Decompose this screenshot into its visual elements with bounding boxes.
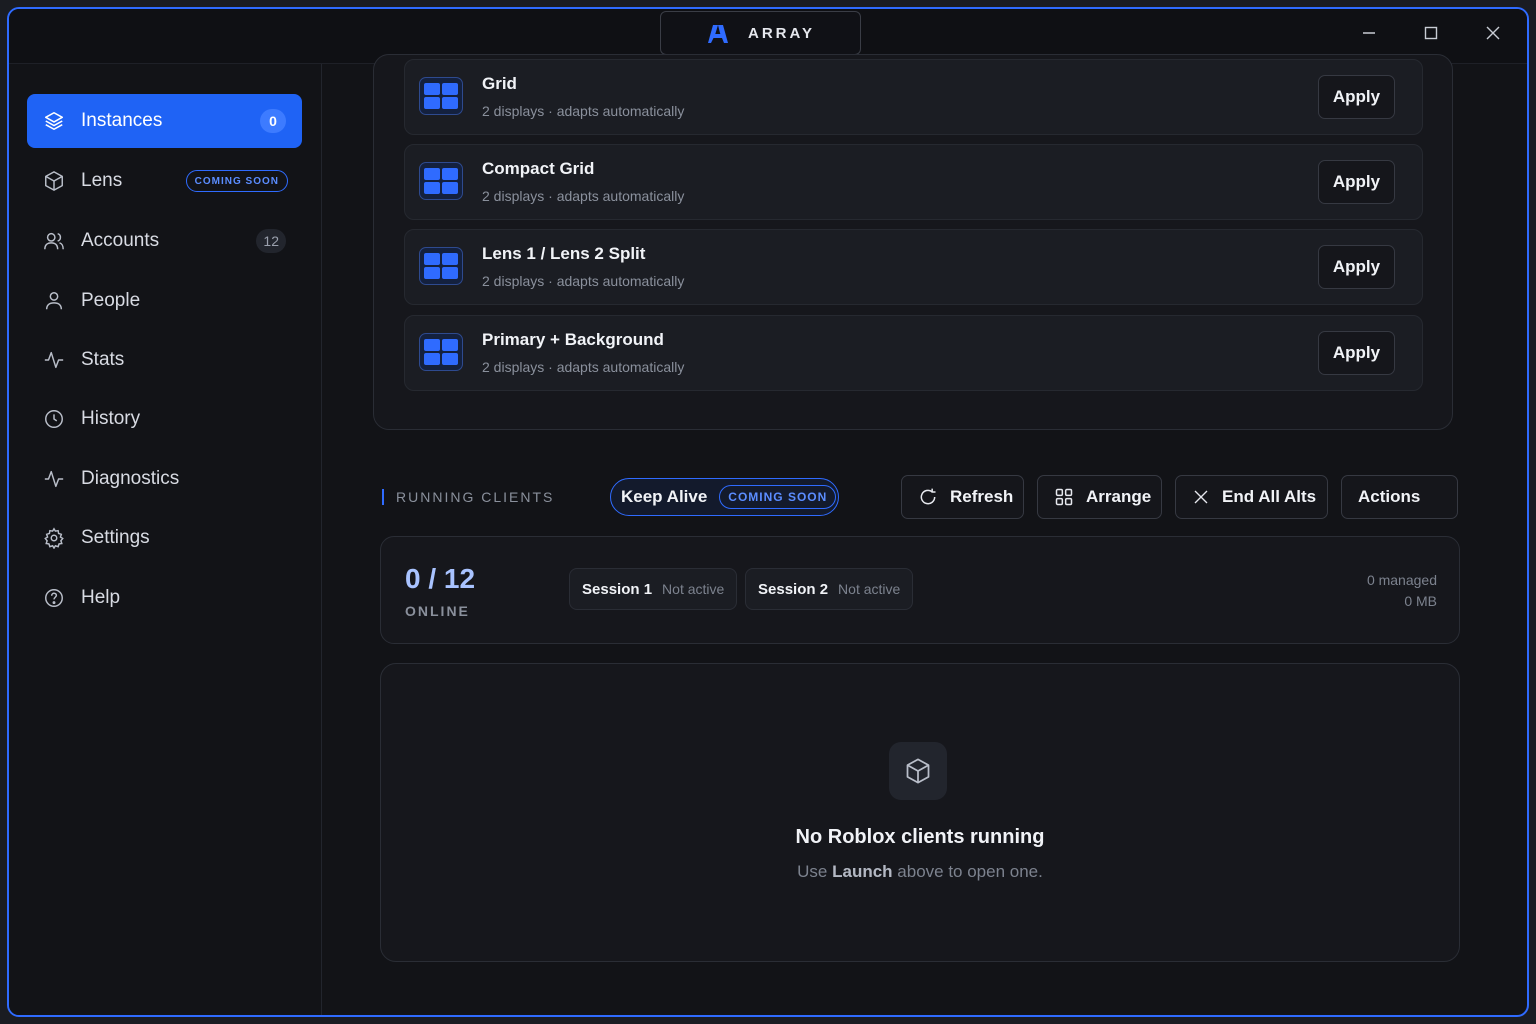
sidebar-item-settings[interactable]: Settings — [27, 511, 302, 565]
empty-state-card: No Roblox clients running Use Launch abo… — [380, 663, 1460, 962]
keep-alive-toggle[interactable]: Keep Alive COMING SOON — [610, 478, 839, 516]
empty-state-title: No Roblox clients running — [795, 826, 1045, 848]
refresh-label: Refresh — [950, 487, 1014, 506]
sidebar-item-stats[interactable]: Stats — [27, 333, 302, 387]
maximize-icon — [1424, 26, 1438, 40]
sidebar-item-label: Instances — [81, 110, 163, 131]
actions-button[interactable]: Actions — [1341, 475, 1458, 519]
layout-row-grid: Grid 2 displays · adapts automatically A… — [404, 59, 1423, 135]
session-status: Not active — [662, 581, 725, 597]
layout-subtitle: 2 displays · adapts automatically — [482, 273, 685, 289]
memory-usage: 0 MB — [1404, 593, 1437, 609]
activity-icon — [41, 347, 67, 373]
end-all-alts-label: End All Alts — [1222, 487, 1317, 506]
layers-icon — [41, 108, 67, 134]
minimize-button[interactable] — [1357, 21, 1381, 45]
session-status: Not active — [838, 581, 901, 597]
refresh-icon — [920, 488, 936, 505]
layout-title: Compact Grid — [482, 159, 595, 178]
main-content: Grid 2 displays · adapts automatically A… — [323, 54, 1527, 1015]
session-name: Session 1 — [582, 580, 653, 598]
layout-title: Lens 1 / Lens 2 Split — [482, 244, 646, 263]
running-clients-heading: RUNNING CLIENTS — [382, 489, 554, 505]
sidebar-item-label: People — [81, 290, 141, 311]
sidebar-item-label: Accounts — [81, 230, 160, 251]
end-all-alts-button[interactable]: End All Alts — [1175, 475, 1328, 519]
brand-header: ARRAY — [660, 11, 861, 55]
sidebar-item-label: Lens — [81, 170, 123, 191]
sidebar-item-label: Help — [81, 587, 121, 608]
arrange-label: Arrange — [1086, 487, 1152, 506]
clock-icon — [41, 406, 67, 432]
close-icon — [1194, 490, 1208, 504]
layout-row-compact-grid: Compact Grid 2 displays · adapts automat… — [404, 144, 1423, 220]
coming-soon-badge: COMING SOON — [185, 170, 288, 192]
online-label: ONLINE — [405, 603, 470, 619]
arrange-grid-icon — [1055, 488, 1073, 506]
gear-icon — [41, 525, 67, 551]
sidebar-item-diagnostics[interactable]: Diagnostics — [27, 452, 302, 506]
minimize-icon — [1363, 32, 1375, 34]
arrange-button[interactable]: Arrange — [1037, 475, 1162, 519]
keep-alive-label: Keep Alive — [621, 487, 708, 506]
apply-button[interactable]: Apply — [1318, 331, 1395, 375]
layout-presets-panel: Grid 2 displays · adapts automatically A… — [373, 54, 1453, 430]
layout-row-lens-split: Lens 1 / Lens 2 Split 2 displays · adapt… — [404, 229, 1423, 305]
session-pill: Session 2 Not active — [745, 568, 914, 610]
layout-title: Primary + Background — [482, 330, 664, 349]
grid-layout-icon — [419, 247, 463, 285]
session-pill: Session 1 Not active — [569, 568, 738, 610]
grid-layout-icon — [419, 333, 463, 371]
sidebar-item-help[interactable]: Help — [27, 571, 302, 625]
empty-sub-suffix: above to open one. — [892, 862, 1043, 881]
coming-soon-badge: COMING SOON — [719, 485, 837, 509]
sidebar-item-label: Stats — [81, 349, 125, 370]
instances-count-badge: 0 — [260, 109, 286, 133]
empty-state-subtitle: Use Launch above to open one. — [381, 862, 1459, 882]
session-name: Session 2 — [758, 580, 829, 598]
layout-subtitle: 2 displays · adapts automatically — [482, 188, 685, 204]
apply-button[interactable]: Apply — [1318, 75, 1395, 119]
online-count: 0 / 12 — [405, 563, 476, 594]
cube-icon — [41, 168, 67, 194]
refresh-button[interactable]: Refresh — [901, 475, 1024, 519]
layout-row-primary-background: Primary + Background 2 displays · adapts… — [404, 315, 1423, 391]
cube-icon — [889, 742, 947, 800]
maximize-button[interactable] — [1419, 21, 1443, 45]
layout-title: Grid — [482, 74, 517, 93]
sidebar-item-label: History — [81, 408, 141, 429]
online-stats-card: 0 / 12 ONLINE Session 1 Not active Sessi… — [380, 536, 1460, 644]
accounts-count-badge: 12 — [256, 229, 286, 253]
empty-sub-launch: Launch — [832, 862, 893, 881]
sidebar-item-instances[interactable]: Instances 0 — [27, 94, 302, 148]
empty-sub-prefix: Use — [797, 862, 833, 881]
array-logo-icon — [706, 23, 730, 43]
help-icon — [41, 585, 67, 611]
close-icon — [1486, 26, 1500, 40]
sidebar-item-lens[interactable]: Lens COMING SOON — [27, 154, 302, 208]
layout-subtitle: 2 displays · adapts automatically — [482, 359, 685, 375]
app-window: ARRAY Instances 0 Lens COMING SOON Accou… — [7, 7, 1529, 1017]
apply-button[interactable]: Apply — [1318, 245, 1395, 289]
pulse-icon — [41, 466, 67, 492]
grid-layout-icon — [419, 77, 463, 115]
users-icon — [41, 228, 67, 254]
sidebar-item-history[interactable]: History — [27, 392, 302, 446]
layout-subtitle: 2 displays · adapts automatically — [482, 103, 685, 119]
close-button[interactable] — [1481, 21, 1505, 45]
managed-count: 0 managed — [1366, 572, 1437, 588]
resource-summary: 0 managed 0 MB — [1367, 570, 1437, 612]
apply-button[interactable]: Apply — [1318, 160, 1395, 204]
actions-label: Actions — [1358, 487, 1421, 506]
sidebar-item-label: Diagnostics — [81, 468, 180, 489]
grid-layout-icon — [419, 162, 463, 200]
sidebar-item-accounts[interactable]: Accounts 12 — [27, 214, 302, 268]
sidebar: Instances 0 Lens COMING SOON Accounts 12… — [9, 64, 322, 1015]
app-title: ARRAY — [748, 24, 815, 42]
person-icon — [41, 288, 67, 314]
sidebar-item-label: Settings — [81, 527, 150, 548]
sidebar-item-people[interactable]: People — [27, 274, 302, 328]
